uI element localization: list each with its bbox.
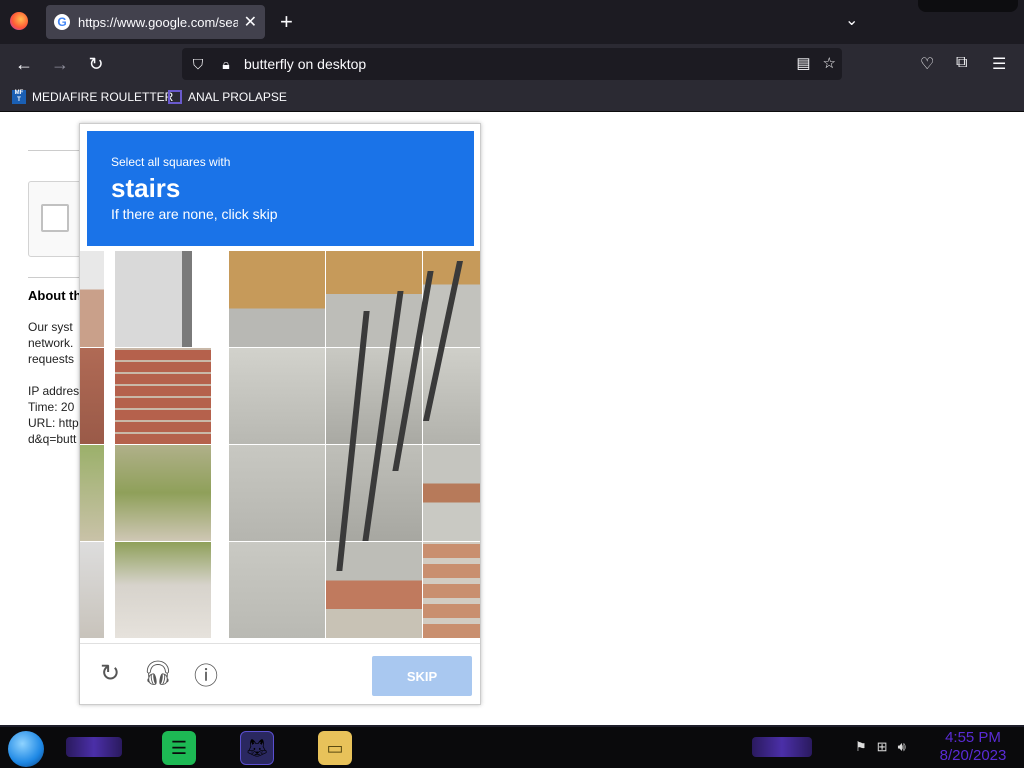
info-line: URL: http: [28, 416, 79, 430]
close-icon[interactable]: ✕: [244, 12, 257, 32]
new-tab-button[interactable]: +: [280, 9, 293, 35]
bookmark-mediafire[interactable]: MF T MEDIAFIRE ROULETTER: [12, 90, 173, 104]
captcha-image-grid: [80, 251, 480, 638]
headphones-icon[interactable]: 🎧︎: [143, 658, 173, 688]
navigation-bar: ← → ↻ ⛉ 🔒︎ ▤ ☆ ♡ ⧉ ☰: [0, 44, 1024, 84]
tab-google[interactable]: G https://www.google.com/search? ✕: [46, 5, 265, 39]
reload-button[interactable]: ↻: [84, 52, 108, 76]
captcha-tile[interactable]: [80, 542, 104, 638]
captcha-tile[interactable]: [115, 251, 211, 347]
chevron-down-icon[interactable]: ⌄: [845, 10, 858, 30]
firefox-icon[interactable]: [10, 12, 28, 30]
url-input[interactable]: [244, 56, 764, 72]
bookmarks-toolbar: MF T MEDIAFIRE ROULETTER ANAL PROLAPSE: [0, 84, 1024, 112]
firefox-taskbar-icon[interactable]: 🦊︎: [240, 731, 274, 765]
captcha-tile[interactable]: [80, 445, 104, 541]
bookmark-star-icon[interactable]: ☆: [823, 54, 836, 72]
info-line: IP addres: [28, 384, 80, 398]
google-icon: G: [54, 14, 70, 30]
shield-icon[interactable]: ⛉: [188, 56, 208, 73]
lock-icon[interactable]: 🔒︎: [216, 56, 236, 73]
tab-strip: G https://www.google.com/search? ✕ + ⌄: [0, 0, 1024, 44]
bookmark-label: MEDIAFIRE ROULETTER: [32, 90, 174, 104]
url-actions: ▤ ☆: [796, 54, 836, 72]
about-title: About th: [28, 288, 82, 303]
info-line: Time: 20: [28, 400, 75, 414]
captcha-tile[interactable]: [229, 445, 325, 541]
captcha-tile[interactable]: [326, 251, 422, 347]
mediafire-icon: MF T: [12, 90, 26, 104]
reload-icon[interactable]: ↻: [95, 658, 125, 688]
captcha-header: Select all squares with stairs If there …: [87, 131, 474, 246]
clock-date: 8/20/2023: [939, 747, 1007, 764]
captcha-tile[interactable]: [80, 348, 104, 444]
info-icon[interactable]: ⓘ: [191, 658, 221, 690]
tab-title: https://www.google.com/search?: [78, 14, 238, 30]
bookmark-icon: [168, 90, 182, 104]
volume-icon[interactable]: 🔊︎: [898, 739, 906, 755]
forward-button[interactable]: →: [48, 52, 72, 76]
notes-app-icon[interactable]: ☰: [162, 731, 196, 765]
clock-time: 4:55 PM: [945, 729, 1001, 746]
taskbar-decoration: [752, 737, 812, 757]
captcha-tile[interactable]: [115, 542, 211, 638]
reader-view-icon[interactable]: ▤: [796, 54, 810, 72]
captcha-tile[interactable]: [229, 251, 325, 347]
taskbar-decoration: [66, 737, 122, 757]
system-tray: ⚑ ⊞ 🔊︎: [855, 739, 906, 755]
captcha-footer: ↻ 🎧︎ ⓘ SKIP: [80, 643, 480, 705]
captcha-tile[interactable]: [115, 348, 211, 444]
bookmark-label: ANAL PROLAPSE: [188, 90, 287, 104]
back-button[interactable]: ←: [12, 52, 36, 76]
captcha-tile[interactable]: [229, 542, 325, 638]
recaptcha-checkbox[interactable]: [41, 204, 69, 232]
captcha-target: stairs: [111, 173, 181, 203]
start-button[interactable]: [8, 731, 44, 767]
extensions-icon[interactable]: ⧉: [956, 54, 967, 72]
about-line: requests: [28, 352, 75, 366]
clock[interactable]: 4:55 PM 8/20/2023: [930, 729, 1016, 765]
captcha-tile[interactable]: [423, 542, 480, 638]
window-decoration: [918, 0, 1018, 12]
captcha-instruction: Select all squares with: [111, 155, 231, 169]
about-line: network.: [28, 336, 74, 350]
url-bar[interactable]: ⛉ 🔒︎ ▤ ☆: [182, 48, 842, 80]
captcha-tile[interactable]: [80, 251, 104, 347]
file-explorer-icon[interactable]: ▭: [318, 731, 352, 765]
flag-icon[interactable]: ⚑: [855, 739, 867, 755]
skip-button[interactable]: SKIP: [372, 656, 472, 696]
captcha-tile[interactable]: [423, 445, 480, 541]
menu-icon[interactable]: ☰: [992, 54, 1006, 74]
info-line: d&q=butt: [28, 432, 77, 446]
about-line: Our syst: [28, 320, 73, 334]
taskbar: ☰ 🦊︎ ▭ ⚑ ⊞ 🔊︎ 4:55 PM 8/20/2023: [0, 725, 1024, 768]
pocket-icon[interactable]: ♡: [920, 54, 934, 74]
network-icon[interactable]: ⊞: [877, 739, 888, 755]
captcha-tile[interactable]: [115, 445, 211, 541]
captcha-hint: If there are none, click skip: [111, 206, 278, 222]
bookmark-second[interactable]: ANAL PROLAPSE: [168, 90, 287, 104]
captcha-tile[interactable]: [229, 348, 325, 444]
captcha-challenge: Select all squares with stairs If there …: [79, 123, 481, 705]
